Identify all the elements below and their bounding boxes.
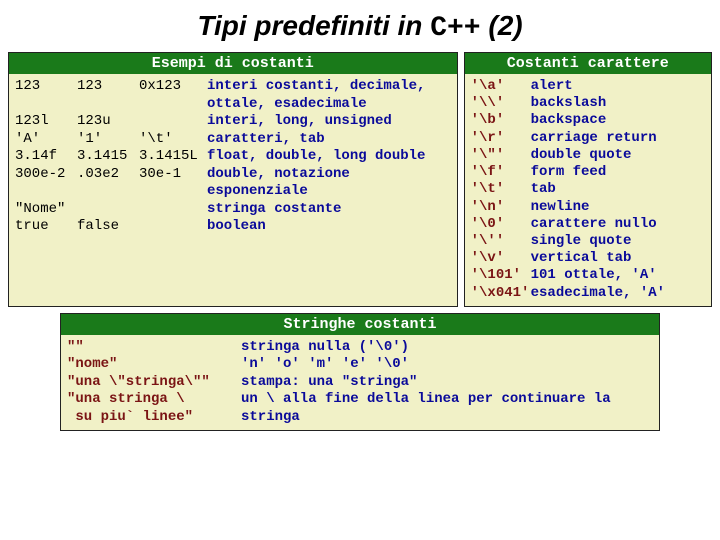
title-lang: C++ bbox=[430, 13, 480, 44]
strings-box: Stringhe costanti ""stringa nulla ('\0')… bbox=[60, 313, 660, 432]
char-body: '\a'alert '\\'backslash '\b'backspace '\… bbox=[465, 74, 711, 306]
ex-desc: interi costanti, decimale, ottale, esade… bbox=[207, 78, 451, 113]
char-desc: esadecimale, 'A' bbox=[531, 285, 705, 302]
str-desc: 'n' 'o' 'm' 'e' '\0' bbox=[241, 356, 653, 374]
char-esc: '\'' bbox=[471, 233, 527, 250]
char-esc: '\r' bbox=[471, 130, 527, 147]
ex-desc: stringa costante bbox=[207, 201, 451, 219]
str-lit: "" bbox=[67, 339, 237, 357]
ex-desc: float, double, long double bbox=[207, 148, 451, 166]
ex-c0: 123l bbox=[15, 113, 73, 131]
title-suffix: (2) bbox=[481, 10, 523, 41]
char-desc: carattere nullo bbox=[531, 216, 705, 233]
strings-table: ""stringa nulla ('\0') "nome"'n' 'o' 'm'… bbox=[67, 339, 653, 427]
char-desc: double quote bbox=[531, 147, 705, 164]
char-desc: vertical tab bbox=[531, 250, 705, 267]
char-desc: alert bbox=[531, 78, 705, 95]
ex-c2: 3.1415L bbox=[139, 148, 203, 166]
slide: Tipi predefiniti in C++ (2) Esempi di co… bbox=[0, 0, 720, 540]
ex-c2 bbox=[139, 201, 203, 219]
char-esc: '\v' bbox=[471, 250, 527, 267]
strings-body: ""stringa nulla ('\0') "nome"'n' 'o' 'm'… bbox=[61, 335, 659, 431]
ex-c1 bbox=[77, 201, 135, 219]
ex-desc: caratteri, tab bbox=[207, 131, 451, 149]
char-esc: '\\' bbox=[471, 95, 527, 112]
ex-c1: 123 bbox=[77, 78, 135, 113]
ex-c1: '1' bbox=[77, 131, 135, 149]
char-desc: form feed bbox=[531, 164, 705, 181]
ex-c2: 30e-1 bbox=[139, 166, 203, 201]
slide-title: Tipi predefiniti in C++ (2) bbox=[0, 0, 720, 52]
strings-wrap: Stringhe costanti ""stringa nulla ('\0')… bbox=[0, 307, 720, 432]
examples-box: Esempi di costanti 123 123 0x123 interi … bbox=[8, 52, 458, 307]
char-esc: '\x041' bbox=[471, 285, 527, 302]
char-desc: 101 ottale, 'A' bbox=[531, 267, 705, 284]
char-desc: carriage return bbox=[531, 130, 705, 147]
ex-desc: double, notazione esponenziale bbox=[207, 166, 451, 201]
str-desc: stringa nulla ('\0') bbox=[241, 339, 653, 357]
ex-c1: .03e2 bbox=[77, 166, 135, 201]
ex-c2: 0x123 bbox=[139, 78, 203, 113]
ex-c0: 300e-2 bbox=[15, 166, 73, 201]
ex-c0: 123 bbox=[15, 78, 73, 113]
char-esc: '\0' bbox=[471, 216, 527, 233]
char-esc: '\f' bbox=[471, 164, 527, 181]
title-prefix: Tipi predefiniti in bbox=[197, 10, 430, 41]
char-esc: '\b' bbox=[471, 112, 527, 129]
ex-c0: 'A' bbox=[15, 131, 73, 149]
str-lit: "una stringa \ su piu` linee" bbox=[67, 391, 237, 426]
ex-c0: 3.14f bbox=[15, 148, 73, 166]
ex-c1: 3.1415 bbox=[77, 148, 135, 166]
examples-table: 123 123 0x123 interi costanti, decimale,… bbox=[15, 78, 451, 236]
char-desc: backslash bbox=[531, 95, 705, 112]
ex-c0: "Nome" bbox=[15, 201, 73, 219]
str-lit: "una \"stringa\"" bbox=[67, 374, 237, 392]
str-lit: "nome" bbox=[67, 356, 237, 374]
char-esc: '\t' bbox=[471, 181, 527, 198]
strings-header: Stringhe costanti bbox=[61, 314, 659, 335]
ex-c2 bbox=[139, 218, 203, 236]
char-esc: '\101' bbox=[471, 267, 527, 284]
ex-c1: 123u bbox=[77, 113, 135, 131]
ex-c2: '\t' bbox=[139, 131, 203, 149]
char-esc: '\n' bbox=[471, 199, 527, 216]
ex-c1: false bbox=[77, 218, 135, 236]
char-esc: '\"' bbox=[471, 147, 527, 164]
char-desc: single quote bbox=[531, 233, 705, 250]
char-desc: backspace bbox=[531, 112, 705, 129]
str-desc: un \ alla fine della linea per continuar… bbox=[241, 391, 653, 426]
char-table: '\a'alert '\\'backslash '\b'backspace '\… bbox=[471, 78, 705, 302]
str-desc: stampa: una "stringa" bbox=[241, 374, 653, 392]
char-desc: newline bbox=[531, 199, 705, 216]
char-header: Costanti carattere bbox=[465, 53, 711, 74]
char-desc: tab bbox=[531, 181, 705, 198]
ex-desc: boolean bbox=[207, 218, 451, 236]
top-row: Esempi di costanti 123 123 0x123 interi … bbox=[0, 52, 720, 307]
char-constants-box: Costanti carattere '\a'alert '\\'backsla… bbox=[464, 52, 712, 307]
ex-c2 bbox=[139, 113, 203, 131]
ex-desc: interi, long, unsigned bbox=[207, 113, 451, 131]
examples-header: Esempi di costanti bbox=[9, 53, 457, 74]
examples-body: 123 123 0x123 interi costanti, decimale,… bbox=[9, 74, 457, 240]
ex-c0: true bbox=[15, 218, 73, 236]
char-esc: '\a' bbox=[471, 78, 527, 95]
